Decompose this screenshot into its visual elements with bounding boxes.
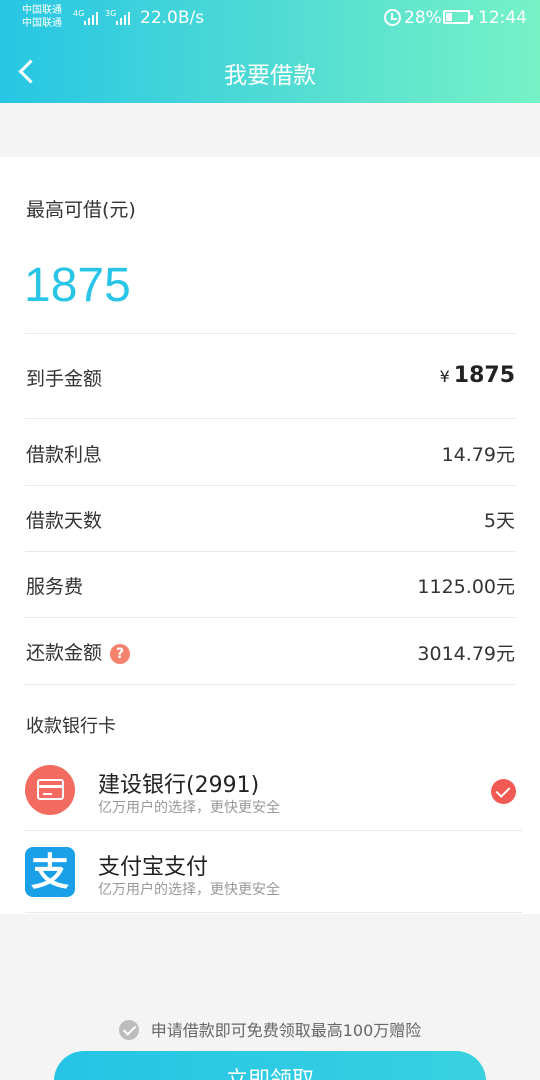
network-speed: 22.0B/s (140, 8, 205, 28)
max-loan-value: 1875 (24, 259, 131, 312)
bank-section-label: 收款银行卡 (26, 716, 116, 737)
bank-option-ccb[interactable]: 建设银行(2991) 亿万用户的选择，更快更安全 (0, 757, 540, 837)
network-type-1: 4G (73, 9, 85, 18)
received-amount: 1875 (453, 363, 515, 388)
loan-card: 最高可借(元) 1875 到手金额 ¥1875 借款利息 14.79元 借款天数… (0, 157, 540, 914)
divider (25, 551, 515, 552)
divider (25, 684, 515, 685)
battery-fill (446, 13, 453, 21)
alarm-icon (384, 9, 401, 26)
bank-name: 支付宝支付 (98, 855, 209, 880)
carrier-1: 中国联通 (22, 5, 62, 16)
bank-name: 建设银行(2991) (98, 773, 260, 798)
service-fee-label: 服务费 (26, 576, 84, 598)
service-fee-value: 1125.00元 (417, 576, 515, 598)
interest-value: 14.79元 (441, 444, 515, 466)
divider (25, 485, 515, 486)
carrier-2: 中国联通 (22, 18, 62, 29)
claim-button[interactable]: 立即领取 (54, 1051, 486, 1080)
selected-check-icon (491, 779, 516, 804)
status-time: 12:44 (478, 8, 527, 28)
repayment-label-row: 还款金额? (26, 638, 131, 665)
received-amount-value: ¥1875 (440, 363, 515, 388)
bank-card-icon (25, 765, 75, 815)
signal-icon-2 (116, 10, 130, 25)
divider (25, 617, 515, 618)
page-title: 我要借款 (224, 63, 316, 89)
divider (25, 333, 515, 334)
alipay-icon: 支 (25, 847, 75, 897)
max-loan-label: 最高可借(元) (26, 199, 136, 221)
received-amount-label: 到手金额 (26, 368, 103, 390)
carrier-labels: 中国联通 中国联通 (22, 4, 62, 30)
status-bar: 中国联通 中国联通 4G 3G 22.0B/s 28% 12:44 (0, 0, 540, 36)
loan-days-label: 借款天数 (26, 510, 103, 532)
interest-label: 借款利息 (26, 444, 103, 466)
card-glyph (37, 779, 64, 800)
currency-symbol: ¥ (439, 367, 450, 386)
battery-icon (443, 10, 473, 24)
battery-percent: 28% (404, 8, 442, 28)
bank-option-alipay[interactable]: 支 支付宝支付 亿万用户的选择，更快更安全 (0, 839, 540, 919)
app-header: 中国联通 中国联通 4G 3G 22.0B/s 28% 12:44 我要借款 (0, 0, 540, 103)
agreement-text: 申请借款即可免费领取最高100万赠险 (150, 1021, 422, 1040)
divider (25, 830, 522, 831)
divider (25, 418, 515, 419)
repayment-label: 还款金额 (26, 642, 103, 664)
bank-subtitle: 亿万用户的选择，更快更安全 (98, 800, 280, 816)
help-icon[interactable]: ? (110, 643, 131, 664)
network-type-2: 3G (105, 9, 117, 18)
divider (25, 912, 522, 913)
signal-icon-1 (84, 10, 98, 25)
repayment-value: 3014.79元 (417, 643, 515, 665)
loan-days-value: 5天 (483, 510, 515, 532)
agreement-checkbox[interactable] (118, 1020, 139, 1040)
bank-subtitle: 亿万用户的选择，更快更安全 (98, 882, 280, 898)
insurance-agreement: 申请借款即可免费领取最高100万赠险 (0, 1017, 540, 1041)
